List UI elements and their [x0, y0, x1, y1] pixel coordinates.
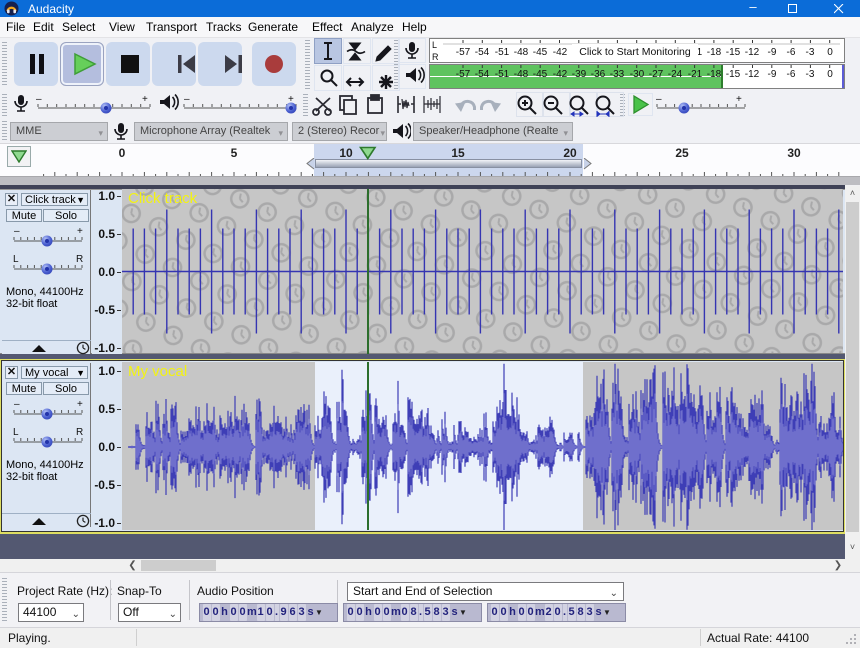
svg-text:R: R — [76, 427, 83, 438]
svg-text:+: + — [77, 226, 83, 237]
svg-text:+: + — [736, 94, 742, 105]
svg-text:–: – — [14, 399, 20, 410]
svg-text:+: + — [77, 399, 83, 410]
svg-text:L: L — [13, 254, 19, 265]
svg-text:–: – — [656, 94, 662, 105]
svg-text:–: – — [184, 94, 190, 105]
svg-text:+: + — [142, 94, 148, 105]
svg-text:L: L — [13, 427, 19, 438]
svg-text:–: – — [36, 94, 42, 105]
svg-text:R: R — [76, 254, 83, 265]
svg-text:–: – — [14, 226, 20, 237]
